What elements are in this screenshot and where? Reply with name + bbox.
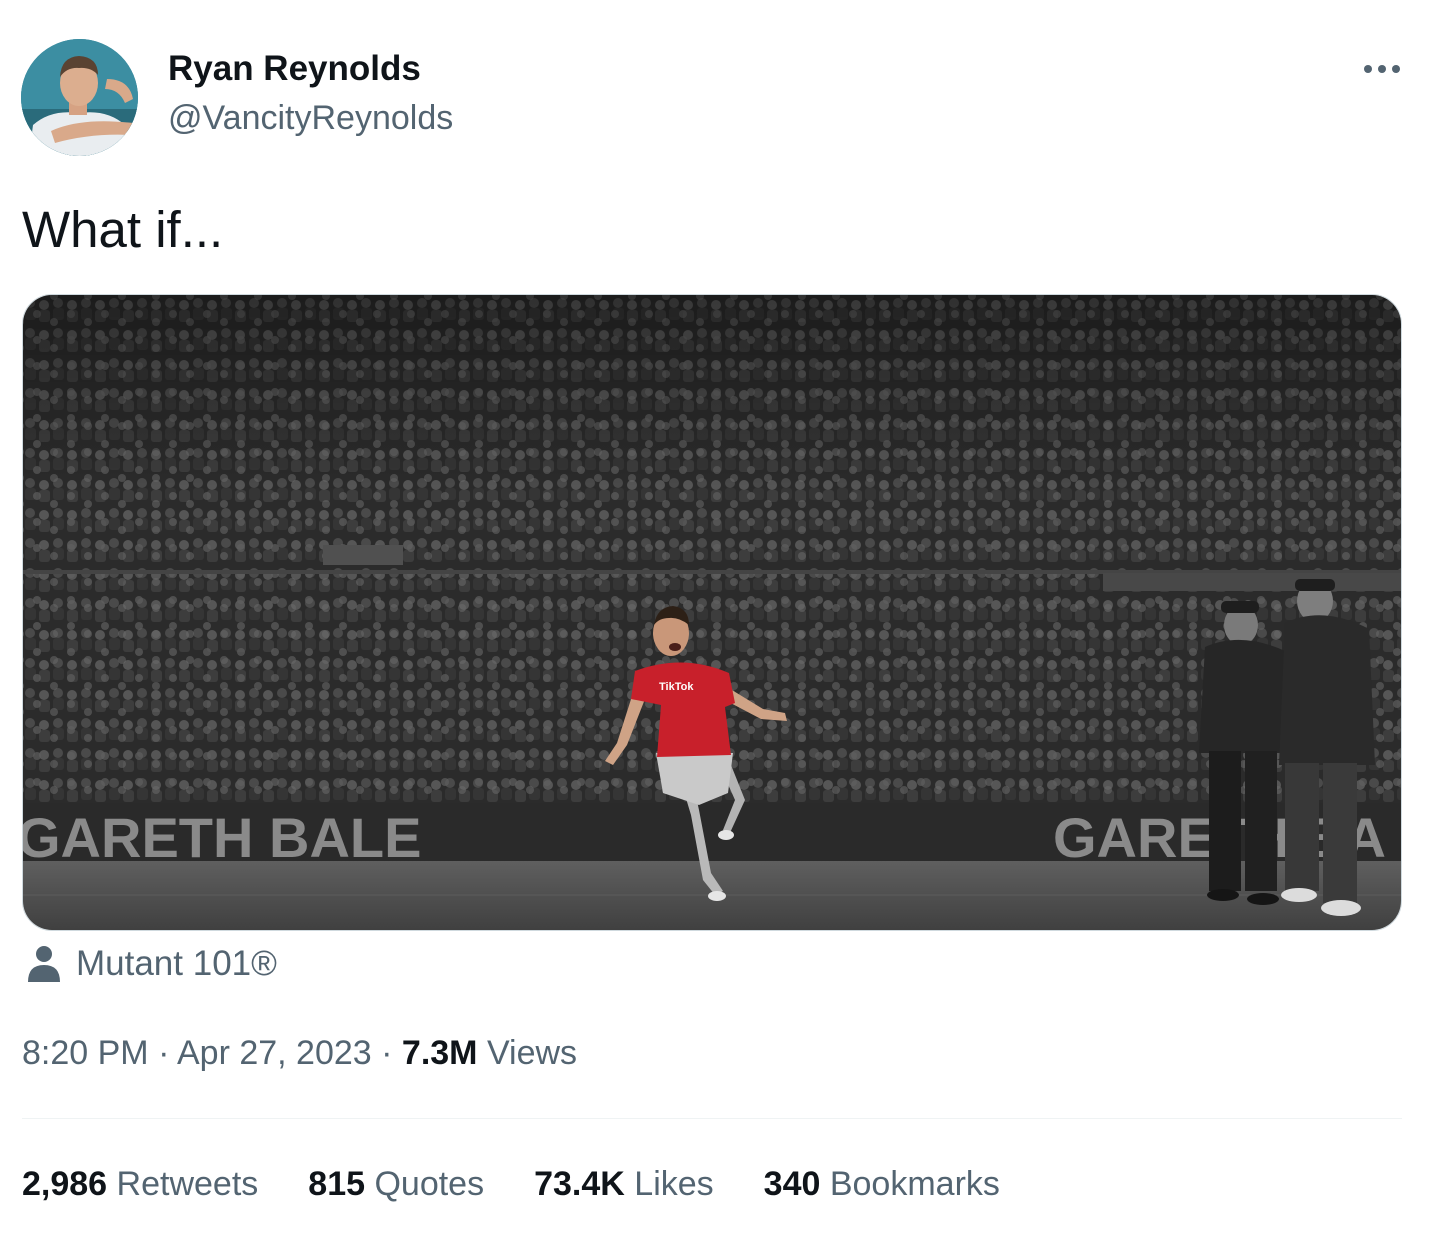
- tweet-time[interactable]: 8:20 PM: [22, 1034, 149, 1072]
- person-icon: [28, 946, 60, 982]
- stat-quotes[interactable]: 815 Quotes: [308, 1165, 484, 1204]
- more-horizontal-icon: [1364, 65, 1400, 73]
- author-handle[interactable]: @VancityReynolds: [168, 99, 453, 138]
- shirt-sponsor: TikTok: [659, 681, 694, 693]
- stat-label: Bookmarks: [829, 1165, 1000, 1203]
- stat-label: Quotes: [374, 1165, 485, 1203]
- stat-count: 815: [308, 1165, 366, 1203]
- stat-likes[interactable]: 73.4K Likes: [534, 1165, 714, 1204]
- avatar-photo: [21, 39, 138, 156]
- stat-count: 73.4K: [534, 1165, 625, 1203]
- tweet-meta: 8:20 PM · Apr 27, 2023 · 7.3M Views: [22, 1034, 577, 1073]
- media-photo: GARETH BALE GARETH BA TikTok: [23, 295, 1401, 930]
- views-count: 7.3M: [401, 1034, 478, 1072]
- views-label: Views: [486, 1034, 578, 1072]
- tweet-date[interactable]: Apr 27, 2023: [177, 1034, 372, 1072]
- banner-text-left: GARETH BALE: [23, 806, 421, 869]
- tweet-media-image[interactable]: GARETH BALE GARETH BA TikTok: [22, 294, 1402, 931]
- onlooker-figures: [1199, 579, 1375, 916]
- tweet-detail: Ryan Reynolds @VancityReynolds What if..…: [0, 0, 1440, 1245]
- stat-bookmarks[interactable]: 340 Bookmarks: [764, 1165, 1000, 1204]
- meta-separator: ·: [381, 1034, 402, 1072]
- media-tag[interactable]: Mutant 101®: [26, 944, 277, 984]
- more-options-button[interactable]: [1358, 52, 1406, 86]
- tweet-text: What if...: [22, 201, 224, 258]
- engagement-stats: 2,986 Retweets 815 Quotes 73.4K Likes 34…: [22, 1165, 1000, 1204]
- meta-separator: ·: [158, 1034, 177, 1072]
- stat-label: Retweets: [116, 1165, 259, 1203]
- author-name[interactable]: Ryan Reynolds: [168, 49, 421, 89]
- stat-label: Likes: [634, 1165, 714, 1203]
- divider: [22, 1118, 1402, 1119]
- stat-retweets[interactable]: 2,986 Retweets: [22, 1165, 258, 1204]
- author-avatar[interactable]: [21, 39, 138, 156]
- media-tag-label: Mutant 101®: [76, 944, 277, 983]
- stat-count: 2,986: [22, 1165, 108, 1203]
- stat-count: 340: [763, 1165, 821, 1203]
